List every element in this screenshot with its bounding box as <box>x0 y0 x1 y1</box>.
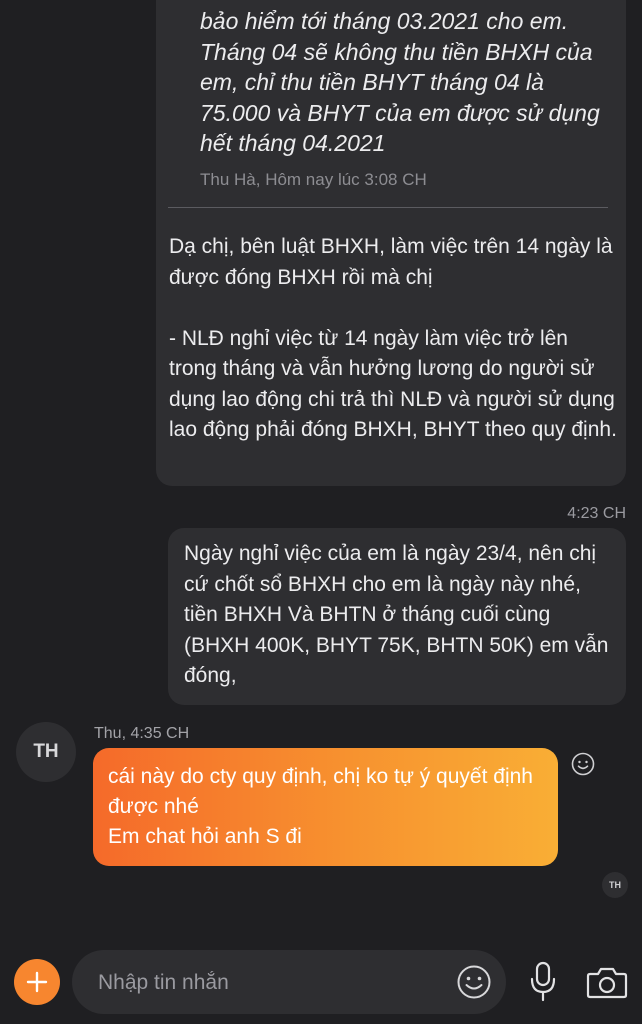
message-input-container <box>72 950 506 1016</box>
microphone-icon[interactable] <box>528 961 558 1003</box>
incoming-message-meta: Thu, 4:35 CH <box>94 725 190 742</box>
quote-divider <box>168 207 608 208</box>
camera-icon[interactable] <box>586 964 628 1000</box>
avatar[interactable]: TH <box>16 722 76 782</box>
plus-icon[interactable] <box>14 959 60 1005</box>
message-timestamp: 4:23 CH <box>567 505 626 522</box>
reaction-smiley-icon[interactable] <box>571 752 595 776</box>
seen-indicator-avatar: TH <box>602 872 628 898</box>
outgoing-message-bubble[interactable]: Ngày nghỉ việc của em là ngày 23/4, nên … <box>168 528 626 705</box>
outgoing-message-text: Ngày nghỉ việc của em là ngày 23/4, nên … <box>184 542 609 687</box>
message-input[interactable] <box>96 950 440 1016</box>
reply-message-bubble[interactable]: bảo hiểm tới tháng 03.2021 cho em. Tháng… <box>156 0 626 486</box>
quoted-message-meta: Thu Hà, Hôm nay lúc 3:08 CH <box>200 170 427 189</box>
quoted-message-text: bảo hiểm tới tháng 03.2021 cho em. Tháng… <box>200 8 600 156</box>
reply-message-text: Dạ chị, bên luật BHXH, làm việc trên 14 … <box>169 235 617 441</box>
incoming-message-text: cái này do cty quy định, chị ko tự ý quy… <box>108 765 533 848</box>
message-composer <box>0 940 642 1024</box>
incoming-message-bubble[interactable]: cái này do cty quy định, chị ko tự ý quy… <box>93 748 558 866</box>
emoji-icon[interactable] <box>456 964 492 1000</box>
